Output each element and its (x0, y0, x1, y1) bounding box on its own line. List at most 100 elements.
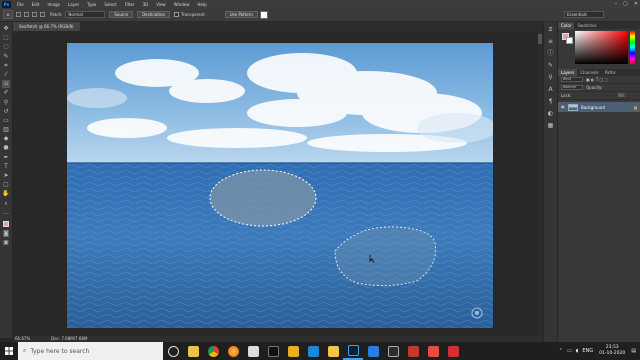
eyedropper-tool-icon[interactable]: ⁄ (2, 71, 10, 79)
paragraph-icon[interactable]: ¶ (547, 98, 555, 106)
network-icon[interactable]: ▭ (567, 348, 572, 354)
folder-icon[interactable] (323, 342, 343, 360)
task-view-icon[interactable] (163, 342, 183, 360)
menu-filter[interactable]: Filter (125, 2, 135, 7)
eraser-tool-icon[interactable]: ▭ (2, 117, 10, 125)
history-icon[interactable]: ⧖ (547, 26, 555, 34)
menu-window[interactable]: Window (174, 2, 190, 7)
tab-layers[interactable]: Layers (558, 69, 578, 76)
gradient-tool-icon[interactable]: ▥ (2, 126, 10, 134)
start-button[interactable] (0, 342, 18, 360)
background-color-chip[interactable] (566, 37, 573, 44)
clock[interactable]: 23:53 01-10-2020 (599, 345, 625, 357)
taskbar-search[interactable]: ⌕ Type here to search (18, 342, 163, 360)
app2-icon[interactable] (383, 342, 403, 360)
hand-tool-icon[interactable]: ✋ (2, 190, 10, 198)
app4-icon[interactable] (423, 342, 443, 360)
pdf-icon[interactable] (443, 342, 463, 360)
menu-image[interactable]: Image (47, 2, 60, 7)
crop-tool-icon[interactable]: ⌗ (2, 62, 10, 70)
tab-swatches[interactable]: Swatches (574, 22, 599, 29)
history-brush-tool-icon[interactable]: ↺ (2, 108, 10, 116)
maximize-button[interactable]: ▢ (623, 1, 628, 7)
dodge-tool-icon[interactable]: ● (2, 144, 10, 152)
workspace-dropdown[interactable]: Essentials (564, 11, 604, 18)
brush-tool-icon[interactable]: ✐ (2, 89, 10, 97)
blur-tool-icon[interactable]: ◆ (2, 135, 10, 143)
clone-stamp-tool-icon[interactable]: ⚲ (2, 99, 10, 107)
minimize-button[interactable]: – (615, 1, 618, 7)
transparent-checkbox[interactable] (174, 12, 180, 17)
mail-icon[interactable] (243, 342, 263, 360)
patch-tool-icon-active[interactable]: ⌂ (2, 80, 10, 89)
add-selection-icon[interactable] (24, 12, 29, 17)
screen-mode-icon[interactable]: ▣ (2, 239, 10, 247)
firefox-icon[interactable] (223, 342, 243, 360)
source-button[interactable]: Source (109, 11, 134, 18)
menu-layer[interactable]: Layer (68, 2, 79, 7)
visibility-eye-icon[interactable]: ◉ (561, 105, 565, 109)
type-tool-icon[interactable]: T (2, 163, 10, 171)
volume-icon[interactable]: ◖ (576, 348, 579, 354)
patch-mode-dropdown[interactable]: Normal (65, 11, 106, 18)
quick-select-tool-icon[interactable]: ✎ (2, 53, 10, 61)
layer-name[interactable]: Background (581, 105, 605, 110)
language-indicator[interactable]: ENG (582, 348, 593, 354)
close-button[interactable]: ✕ (634, 1, 638, 7)
kind-filter-dropdown[interactable]: Kind (561, 77, 583, 82)
notion-icon[interactable] (263, 342, 283, 360)
chrome-icon[interactable] (203, 342, 223, 360)
character-icon[interactable]: A (547, 86, 555, 94)
menu-3d[interactable]: 3D (143, 2, 149, 7)
tab-channels[interactable]: Channels (577, 69, 602, 76)
tray-chevron-icon[interactable]: ⌃ (559, 348, 563, 354)
filter-icons[interactable]: ▣ ◐ T ▢ ⬚ (586, 77, 608, 82)
move-tool-icon[interactable]: ✥ (2, 25, 10, 33)
styles-icon[interactable]: ▦ (547, 122, 555, 130)
menu-edit[interactable]: Edit (32, 2, 40, 7)
layer-lock-icon: 🔒 (633, 104, 638, 110)
shape-tool-icon[interactable]: ▢ (2, 181, 10, 189)
quick-mask-icon[interactable]: ◙ (2, 230, 10, 238)
menu-view[interactable]: View (156, 2, 166, 7)
brush-settings-icon[interactable]: ✎ (547, 62, 555, 70)
foreground-color-swatch[interactable] (3, 220, 9, 227)
scrollbar-thumb[interactable] (538, 34, 542, 44)
clone-source-icon[interactable]: ⚲ (547, 74, 555, 82)
color-field[interactable] (575, 31, 628, 64)
pattern-swatch[interactable] (259, 10, 268, 19)
app-icon[interactable] (363, 342, 383, 360)
intersect-selection-icon[interactable] (40, 12, 45, 17)
blend-mode-dropdown[interactable]: Normal (561, 85, 583, 90)
document-tab[interactable]: SeaPatch @ 66.7% (RGB/8) (13, 22, 81, 31)
info-icon[interactable]: ⓘ (547, 50, 555, 58)
layer-row-background[interactable]: ◉ Background 🔒 (558, 102, 640, 112)
properties-icon[interactable]: ≡ (547, 38, 555, 46)
use-pattern-button[interactable]: Use Pattern (224, 11, 258, 18)
path-select-tool-icon[interactable]: ➤ (2, 172, 10, 180)
notifications-icon[interactable]: ▤ (631, 348, 636, 354)
destination-button[interactable]: Destination (137, 11, 171, 18)
tab-color[interactable]: Color (558, 22, 575, 29)
menu-select[interactable]: Select (104, 2, 116, 7)
new-selection-icon[interactable] (16, 12, 21, 17)
lasso-tool-icon[interactable]: ◌ (2, 43, 10, 51)
photoshop-icon[interactable] (343, 342, 363, 360)
more-tools-icon[interactable]: … (2, 209, 10, 217)
menu-type[interactable]: Type (87, 2, 96, 7)
file-explorer-icon[interactable] (183, 342, 203, 360)
pen-tool-icon[interactable]: ✒ (2, 154, 10, 162)
marquee-tool-icon[interactable]: ⬚ (2, 34, 10, 42)
hue-slider[interactable] (630, 31, 635, 64)
zoom-tool-icon[interactable]: ⌕ (2, 200, 10, 208)
tab-paths[interactable]: Paths (602, 69, 619, 76)
document-canvas[interactable] (67, 43, 493, 328)
menu-help[interactable]: Help (197, 2, 206, 7)
media-icon[interactable] (283, 342, 303, 360)
adjustments-icon[interactable]: ◐ (547, 110, 555, 118)
subtract-selection-icon[interactable] (32, 12, 37, 17)
patch-tool-icon[interactable]: ⌂ (3, 10, 13, 19)
menu-file[interactable]: File (17, 2, 24, 7)
app3-icon[interactable] (403, 342, 423, 360)
vscode-icon[interactable] (303, 342, 323, 360)
